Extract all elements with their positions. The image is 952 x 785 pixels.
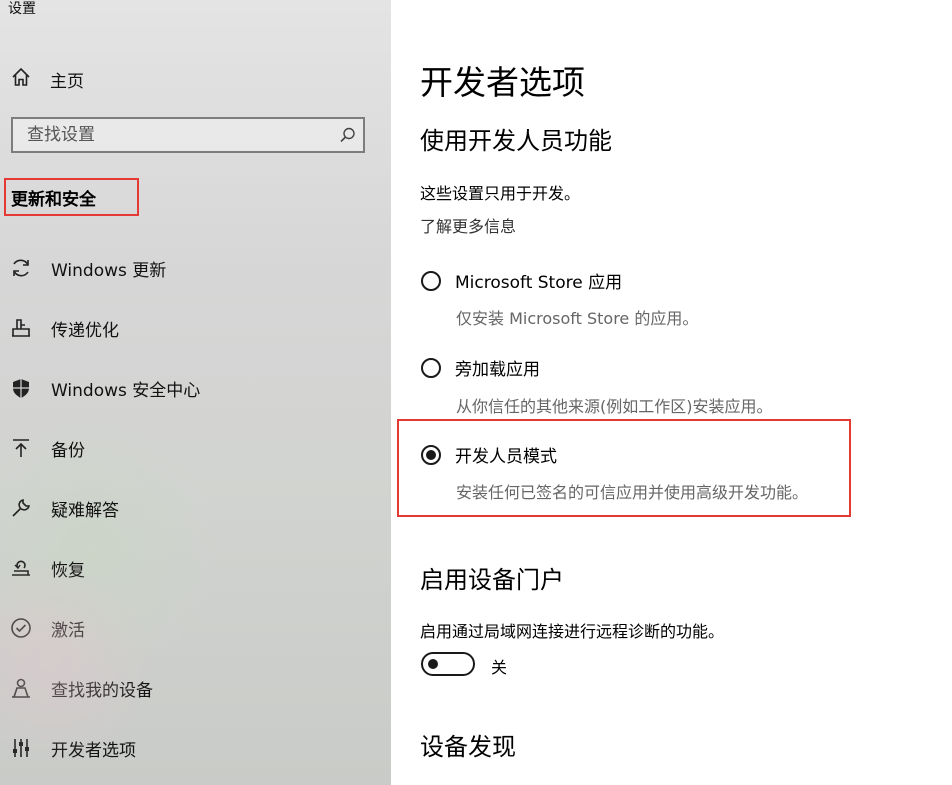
radio-dot <box>426 449 436 460</box>
sidebar-item-backup[interactable]: 备份 <box>10 434 380 462</box>
refresh-icon <box>10 257 32 279</box>
dev-features-description: 这些设置只用于开发。 <box>420 184 581 203</box>
sidebar-item-label: Windows 安全中心 <box>51 380 201 401</box>
device-discovery-heading: 设备发现 <box>420 733 516 761</box>
sidebar-item-label: 查找我的设备 <box>51 680 153 701</box>
radio-description: 仅安装 Microsoft Store 的应用。 <box>456 309 699 328</box>
radio-label: 旁加载应用 <box>455 360 540 380</box>
sidebar-item-label: 备份 <box>51 440 85 461</box>
sidebar-item-label: 恢复 <box>51 560 85 581</box>
sidebar-home-label: 主页 <box>50 71 84 92</box>
sidebar-item-find-my-device[interactable]: 查找我的设备 <box>10 674 380 702</box>
radio-circle[interactable] <box>421 270 441 291</box>
dev-features-heading: 使用开发人员功能 <box>420 127 612 155</box>
sidebar-item-label: 疑难解答 <box>51 500 119 521</box>
person-locate-icon <box>10 677 32 699</box>
page-title: 开发者选项 <box>420 63 585 102</box>
sidebar-item-windows-update[interactable]: Windows 更新 <box>10 254 380 282</box>
sidebar-item-label: 激活 <box>51 620 85 641</box>
check-circle-icon <box>10 617 32 639</box>
app-title: 设置 <box>8 1 36 17</box>
sidebar-item-home[interactable]: 主页 <box>10 66 84 92</box>
delivery-icon <box>10 317 32 339</box>
section-header: 更新和安全 <box>11 190 96 210</box>
backup-arrow-icon <box>10 437 32 459</box>
search-input[interactable] <box>13 119 337 151</box>
learn-more-link[interactable]: 了解更多信息 <box>420 213 516 237</box>
radio-microsoft-store[interactable]: Microsoft Store 应用 <box>421 268 622 293</box>
radio-circle-selected[interactable] <box>421 444 441 465</box>
recovery-icon <box>10 557 32 579</box>
radio-circle[interactable] <box>421 357 441 378</box>
sidebar-item-label: 开发者选项 <box>51 740 136 761</box>
developer-sliders-icon <box>10 737 32 759</box>
radio-description: 安装任何已签名的可信应用并使用高级开发功能。 <box>456 483 809 502</box>
sidebar-item-windows-security[interactable]: Windows 安全中心 <box>10 374 380 402</box>
shield-icon <box>10 377 32 399</box>
search-icon[interactable] <box>339 126 357 144</box>
toggle-state-label: 关 <box>491 658 508 677</box>
home-icon <box>10 66 32 92</box>
sidebar-item-troubleshoot[interactable]: 疑难解答 <box>10 494 380 522</box>
radio-label: Microsoft Store 应用 <box>455 273 623 293</box>
sidebar-item-label: Windows 更新 <box>51 260 167 281</box>
search-box[interactable] <box>11 117 365 153</box>
device-portal-description: 启用通过局域网连接进行远程诊断的功能。 <box>420 622 725 641</box>
toggle-knob <box>428 659 438 669</box>
device-portal-heading: 启用设备门户 <box>420 566 564 594</box>
device-portal-toggle[interactable] <box>421 652 475 676</box>
sidebar-item-developer-options[interactable]: 开发者选项 <box>10 734 380 762</box>
radio-developer-mode[interactable]: 开发人员模式 <box>421 442 557 467</box>
radio-label: 开发人员模式 <box>455 447 557 467</box>
sidebar-item-recovery[interactable]: 恢复 <box>10 554 380 582</box>
sidebar-item-label: 传递优化 <box>51 320 119 341</box>
wrench-icon <box>10 497 32 519</box>
sidebar-item-activation[interactable]: 激活 <box>10 614 380 642</box>
main-content: 开发者选项 使用开发人员功能 这些设置只用于开发。 了解更多信息 Microso… <box>391 0 952 785</box>
sidebar: 设置 主页 更新和安全 Windows 更新 传递优化 Windows 安全中心 <box>0 0 391 785</box>
sidebar-item-delivery-optimization[interactable]: 传递优化 <box>10 314 380 342</box>
radio-sideload[interactable]: 旁加载应用 <box>421 355 540 380</box>
radio-description: 从你信任的其他来源(例如工作区)安装应用。 <box>456 397 773 416</box>
